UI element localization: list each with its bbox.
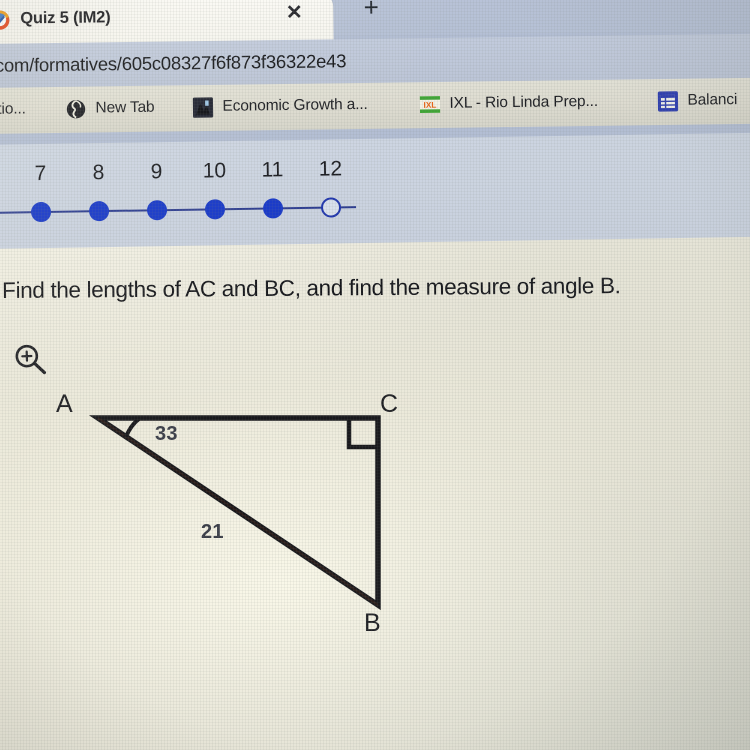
globe-icon: [66, 99, 86, 118]
url-text: com/formatives/605c08327f6f873f36322e43: [0, 50, 347, 76]
triangle-svg: [88, 415, 381, 611]
number-line-point-7[interactable]: [30, 201, 52, 223]
angle-arc-a: [124, 416, 142, 438]
number-line-panel: 7 8 9 10 11 12: [0, 132, 750, 249]
bookmark-item-balancing[interactable]: Balanci: [657, 86, 737, 115]
hypotenuse-highlight: [97, 417, 379, 606]
spreadsheet-icon: [657, 90, 679, 112]
triangle-figure: A C B 33 21: [0, 330, 470, 660]
bookmark-label: volutio...: [0, 100, 26, 119]
number-line-label-12: 12: [318, 157, 343, 181]
number-line-label-11: 11: [261, 158, 284, 182]
angle-value-a: 33: [155, 423, 178, 445]
dark-square-icon: [192, 96, 214, 118]
ixl-icon: IXL: [419, 95, 441, 113]
number-line-point-9[interactable]: [146, 200, 168, 221]
number-line-label-7: 7: [34, 161, 47, 186]
number-line-label-10: 10: [202, 159, 227, 183]
bookmark-item-new-tab[interactable]: New Tab: [65, 94, 155, 123]
screenshot-root: Quiz 5 (IM2) ✕ + com/formatives/605c0832…: [0, 0, 750, 750]
bookmark-label: New Tab: [95, 98, 155, 117]
bookmark-item-ixl[interactable]: IXL IXL - Rio Linda Prep...: [419, 88, 598, 118]
new-tab-button[interactable]: +: [356, 0, 386, 23]
bookmark-label: Balanci: [687, 91, 738, 109]
tab-title: Quiz 5 (IM2): [20, 8, 111, 28]
number-line-point-11[interactable]: [262, 198, 284, 219]
number-line-point-8[interactable]: [88, 200, 110, 222]
right-angle-marker: [346, 418, 378, 450]
vertex-label-a: A: [56, 390, 73, 418]
browser-chrome: Quiz 5 (IM2) ✕ + com/formatives/605c0832…: [0, 0, 750, 146]
number-line-label-8: 8: [92, 161, 105, 185]
svg-text:IXL: IXL: [423, 99, 436, 109]
side-length-ab: 21: [201, 521, 224, 543]
formative-logo-icon: [0, 10, 10, 30]
question-text: Find the lengths of AC and BC, and find …: [2, 273, 621, 303]
number-line-axis: [0, 206, 357, 214]
bookmark-item-revolution[interactable]: volutio...: [0, 95, 26, 124]
number-line-point-12[interactable]: [320, 197, 342, 218]
bookmark-item-economic-growth[interactable]: Economic Growth a...: [192, 91, 368, 121]
bookmark-label: IXL - Rio Linda Prep...: [449, 92, 599, 112]
vertex-label-b: B: [364, 609, 381, 637]
bookmark-label: Economic Growth a...: [222, 95, 368, 115]
number-line-point-10[interactable]: [204, 199, 226, 220]
number-line-label-9: 9: [150, 160, 163, 184]
close-icon[interactable]: ✕: [281, 0, 307, 26]
vertex-label-c: C: [380, 390, 399, 418]
